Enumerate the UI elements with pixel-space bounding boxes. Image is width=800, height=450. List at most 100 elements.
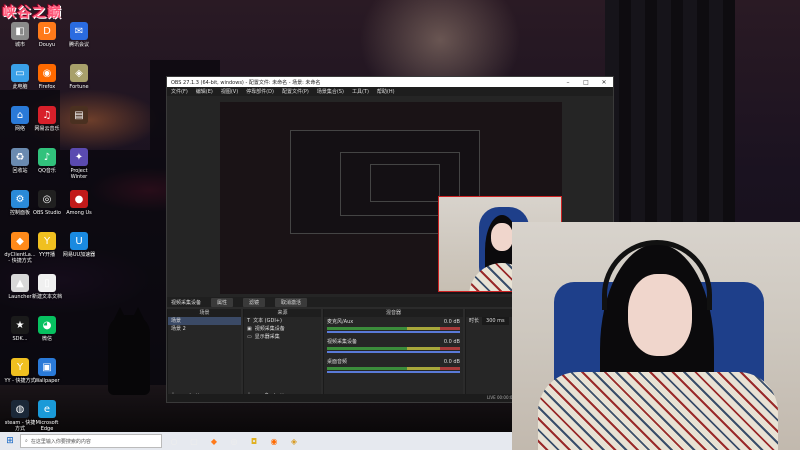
menu-item[interactable]: 工具(T) xyxy=(352,88,369,95)
dyclient-icon: ◆ xyxy=(11,232,29,250)
desktop-icon-label: YY开播 xyxy=(38,252,56,258)
webcam-overlay xyxy=(512,222,800,450)
desktop-icon[interactable]: U 网易UU加速器 xyxy=(62,232,96,258)
scenes-dock: 场景 场景 场景 2 ＋－∧∨ xyxy=(167,309,241,401)
close-icon[interactable]: ✕ xyxy=(595,79,613,86)
desktop-icon-label: QQ音乐 xyxy=(38,168,56,174)
yy-taskbar-icon[interactable]: ◘ xyxy=(246,434,262,448)
mixer-channel-header: 麦克风/Aux 0.0 dB xyxy=(324,318,463,326)
mixer-channel-header: 视频采集设备 0.0 dB xyxy=(324,338,463,346)
mixer-header: 混音器 xyxy=(324,309,463,317)
menu-item[interactable]: 视图(V) xyxy=(221,88,238,95)
desktop-icon[interactable]: ◎ OBS Studio xyxy=(30,190,64,216)
mixer-channel: 麦克风/Aux 0.0 dB xyxy=(324,317,463,337)
channel-name: 桌面音频 xyxy=(327,359,348,365)
brand-overlay: 峡谷之巅 xyxy=(2,5,62,21)
task-switch-icon[interactable]: ▢ xyxy=(186,434,202,448)
uu-accelerator-icon: U xyxy=(70,232,88,250)
desktop-icon[interactable]: ▣ Wallpaper xyxy=(30,358,64,384)
taskbar: ⊞ ⌕ 在这里输入你要搜索的内容 ○ ▢ ◆ ◎ ◘ ◉ ◈ xyxy=(0,432,512,450)
app-taskbar-icon[interactable]: ◈ xyxy=(286,434,302,448)
app-icon: ▤ xyxy=(70,106,88,124)
desktop-icon[interactable]: ● Among Us xyxy=(62,190,96,216)
desktop-icon[interactable]: ✦ Project Winter xyxy=(62,148,96,180)
menu-item[interactable]: 配置文件(P) xyxy=(282,88,309,95)
windows-start-icon[interactable]: ⊞ xyxy=(0,436,20,446)
sources-dock: 来源 T文本 (GDI+) ▣视频采集设备 ▭显示器采集 ＋－⚙∧∨ xyxy=(243,309,321,401)
source-item[interactable]: ▭ 显示器采集 xyxy=(244,333,321,341)
project-winter-icon: ✦ xyxy=(70,148,88,166)
blank-icon xyxy=(70,316,88,334)
menu-item[interactable]: 停靠部件(D) xyxy=(246,88,274,95)
camera-source-icon: ▣ xyxy=(247,326,252,332)
channel-name: 视频采集设备 xyxy=(327,339,358,345)
menu-item[interactable]: 文件(F) xyxy=(171,88,188,95)
network-icon: ⌂ xyxy=(11,106,29,124)
desktop-icon[interactable]: ◈ Fortune xyxy=(62,64,96,90)
duration-value[interactable]: 300 ms xyxy=(482,317,509,325)
desktop-icon[interactable]: ♪ QQ音乐 xyxy=(30,148,64,174)
desktop-icon[interactable]: D Douyu xyxy=(30,22,64,48)
volume-slider[interactable] xyxy=(327,351,460,353)
volume-slider[interactable] xyxy=(327,371,460,373)
desktop-icon[interactable]: ✉ 腾讯会议 xyxy=(62,22,96,48)
deactivate-button[interactable]: 取消激活 xyxy=(275,297,308,307)
desktop-icon[interactable] xyxy=(62,358,96,378)
source-item[interactable]: ▣ 视频采集设备 xyxy=(244,325,321,333)
text-document-icon: ▯ xyxy=(38,274,56,292)
yy-live-icon: Y xyxy=(38,232,56,250)
desktop-icon[interactable]: ◕ 微信 xyxy=(30,316,64,342)
maximize-icon[interactable]: □ xyxy=(577,79,595,86)
desktop-icon[interactable]: ▤ xyxy=(62,106,96,126)
desktop-icon[interactable] xyxy=(62,274,96,294)
desktop-icon-label: Wallpaper xyxy=(34,378,60,384)
firefox-taskbar-icon[interactable]: ◉ xyxy=(266,434,282,448)
volume-slider[interactable] xyxy=(327,331,460,333)
obs-icon: ◎ xyxy=(38,190,56,208)
minimize-icon[interactable]: – xyxy=(559,79,577,86)
desktop-icon[interactable]: Y YY开播 xyxy=(30,232,64,258)
recycle-bin-icon: ♻ xyxy=(11,148,29,166)
duration-label: 时长 xyxy=(469,318,480,324)
city-icon: ◧ xyxy=(11,22,29,40)
mixer-dock: 混音器 麦克风/Aux 0.0 dB 视频采集设备 0.0 dB 桌面音频 0.0 dB xyxy=(323,309,463,401)
desktop-icon[interactable]: ▯ 新建文本文档 xyxy=(30,274,64,300)
netease-music-icon: ♫ xyxy=(38,106,56,124)
filters-button[interactable]: 滤镜 xyxy=(243,297,266,307)
meeting-icon: ✉ xyxy=(70,22,88,40)
desktop-icon[interactable]: ♫ 网易云音乐 xyxy=(30,106,64,132)
search-placeholder: 在这里输入你要搜索的内容 xyxy=(30,438,91,445)
douyu-taskbar-icon[interactable]: ◆ xyxy=(206,434,222,448)
taskbar-search[interactable]: ⌕ 在这里输入你要搜索的内容 xyxy=(20,434,162,448)
mixer-channel-header: 桌面音频 0.0 dB xyxy=(324,358,463,366)
mixer-channels: 麦克风/Aux 0.0 dB 视频采集设备 0.0 dB 桌面音频 0.0 dB xyxy=(324,317,463,377)
scene-item[interactable]: 场景 2 xyxy=(168,325,241,333)
properties-button[interactable]: 属性 xyxy=(211,297,234,307)
fortune-icon: ◈ xyxy=(70,64,88,82)
mixer-channel: 视频采集设备 0.0 dB xyxy=(324,337,463,357)
menu-item[interactable]: 帮助(H) xyxy=(377,88,395,95)
desktop-icon[interactable]: e Microsoft Edge xyxy=(30,400,64,432)
menu-item[interactable]: 编辑(E) xyxy=(196,88,213,95)
desktop-icon[interactable] xyxy=(62,316,96,336)
desktop-icon-label: 新建文本文档 xyxy=(31,294,62,300)
desktop-icon[interactable]: ◉ Firefox xyxy=(30,64,64,90)
launcher-icon: ▲ xyxy=(11,274,29,292)
volume-meter xyxy=(327,347,460,350)
cat-silhouette xyxy=(108,307,150,395)
desktop-icon-label: Among Us xyxy=(66,210,92,216)
obs-taskbar-icon[interactable]: ◎ xyxy=(226,434,242,448)
desktop-icon-label: Microsoft Edge xyxy=(35,420,59,432)
control-panel-icon: ⚙ xyxy=(11,190,29,208)
yy-icon: Y xyxy=(11,358,29,376)
display-source-icon: ▭ xyxy=(247,334,252,340)
menu-item[interactable]: 场景集合(S) xyxy=(317,88,344,95)
source-item[interactable]: T 文本 (GDI+) xyxy=(244,317,321,325)
desktop-icon-label: 微信 xyxy=(41,336,52,342)
scene-item[interactable]: 场景 xyxy=(168,317,241,325)
obs-titlebar[interactable]: OBS 27.1.3 (64-bit, windows) - 配置文件: 未命名… xyxy=(167,77,613,87)
douyu-icon: D xyxy=(38,22,56,40)
desktop-icon-label: Douyu xyxy=(38,42,56,48)
channel-db: 0.0 dB xyxy=(443,359,460,365)
task-view-icon[interactable]: ○ xyxy=(166,434,182,448)
